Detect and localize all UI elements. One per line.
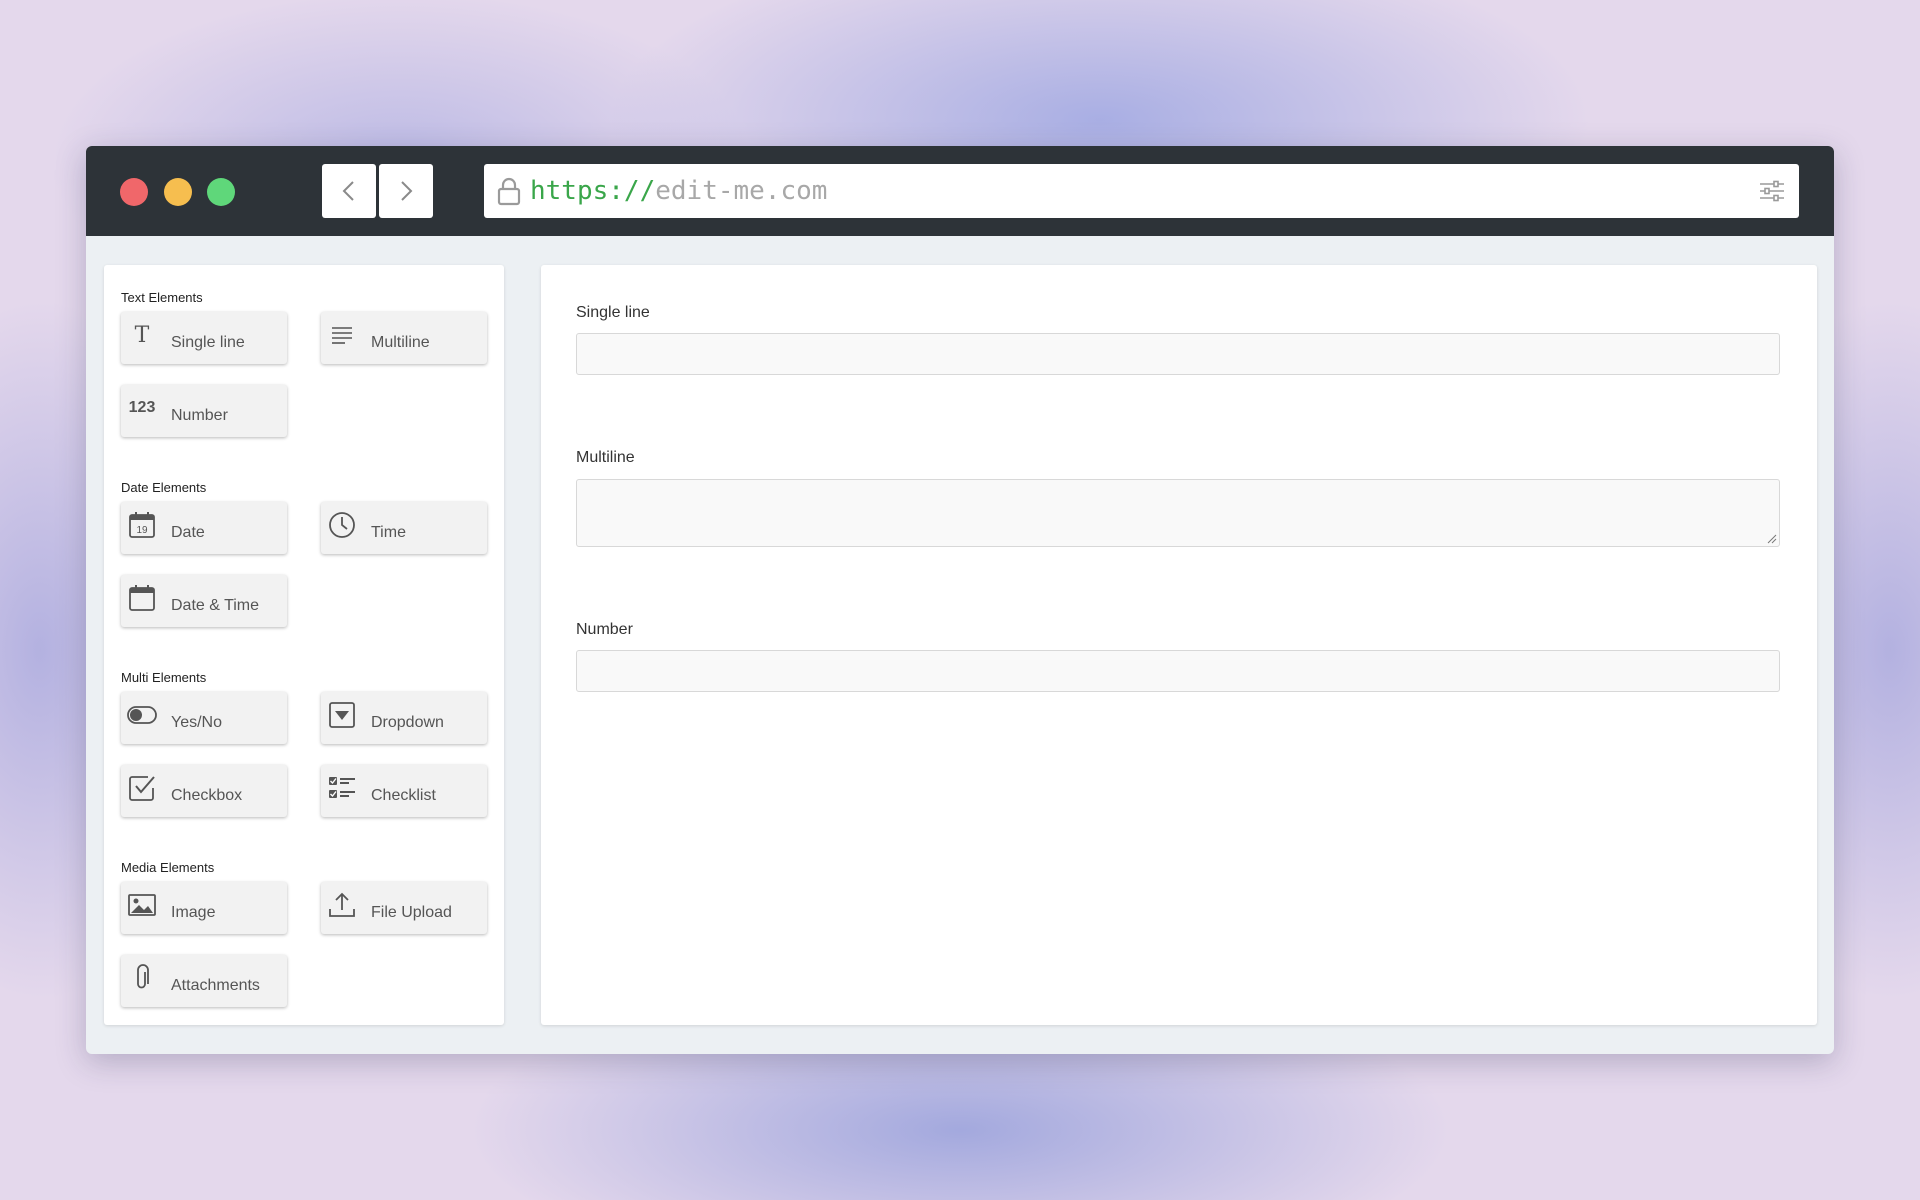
tool-label: Single line xyxy=(171,334,245,351)
paperclip-icon xyxy=(127,963,157,993)
close-window-button[interactable] xyxy=(120,178,148,206)
tool-yes-no[interactable]: Yes/No xyxy=(121,692,287,744)
chevron-left-icon xyxy=(342,181,354,201)
section-title-multi-elements: Multi Elements xyxy=(121,670,207,685)
tool-label: Yes/No xyxy=(171,714,222,731)
sliders-icon xyxy=(1760,180,1784,202)
address-bar[interactable]: https://edit-me.com xyxy=(484,164,1795,218)
tool-label: Time xyxy=(371,524,406,541)
tool-label: Image xyxy=(171,904,216,921)
field-label-number: Number xyxy=(576,621,633,638)
browser-toolbar: https://edit-me.com xyxy=(86,146,1834,236)
tool-label: Checkbox xyxy=(171,787,243,804)
tool-date-time[interactable]: Date & Time xyxy=(121,575,287,627)
tool-date[interactable]: 19 Date xyxy=(121,502,287,554)
tool-single-line[interactable]: T Single line xyxy=(121,312,287,364)
resize-grip-icon[interactable] xyxy=(1767,534,1777,544)
checkbox-icon xyxy=(127,773,157,803)
svg-text:19: 19 xyxy=(136,525,148,536)
tool-image[interactable]: Image xyxy=(121,882,287,934)
calendar-date-icon: 19 xyxy=(127,510,157,540)
settings-button[interactable] xyxy=(1745,164,1799,218)
image-icon xyxy=(127,890,157,920)
tool-dropdown[interactable]: Dropdown xyxy=(321,692,487,744)
number-input[interactable] xyxy=(576,650,1780,692)
clock-icon xyxy=(327,510,357,540)
dropdown-icon xyxy=(327,700,357,730)
form-canvas: Single line Multiline Number xyxy=(541,265,1817,1025)
chevron-right-icon xyxy=(401,181,413,201)
maximize-window-button[interactable] xyxy=(207,178,235,206)
forward-button[interactable] xyxy=(379,164,433,218)
element-palette: Text Elements T Single line Multiline 12… xyxy=(104,265,504,1025)
tool-time[interactable]: Time xyxy=(321,502,487,554)
calendar-icon xyxy=(127,583,157,613)
field-label-multiline: Multiline xyxy=(576,449,635,466)
field-label-single-line: Single line xyxy=(576,304,650,321)
multiline-textarea[interactable] xyxy=(576,479,1780,547)
text-t-icon: T xyxy=(134,322,150,348)
tool-label: Date xyxy=(171,524,205,541)
section-title-media-elements: Media Elements xyxy=(121,860,215,875)
tool-checkbox[interactable]: Checkbox xyxy=(121,765,287,817)
tool-number[interactable]: 123 Number xyxy=(121,385,287,437)
tool-label: Checklist xyxy=(371,787,436,804)
single-line-input[interactable] xyxy=(576,333,1780,375)
section-title-text-elements: Text Elements xyxy=(121,290,203,305)
tool-label: Attachments xyxy=(171,977,260,994)
number-icon: 123 xyxy=(128,399,156,416)
url-host: edit-me.com xyxy=(655,176,828,206)
checklist-icon xyxy=(327,773,357,803)
toggle-icon xyxy=(127,700,157,730)
tool-label: File Upload xyxy=(371,904,452,921)
section-title-date-elements: Date Elements xyxy=(121,480,207,495)
lines-icon xyxy=(327,320,357,350)
tool-multiline[interactable]: Multiline xyxy=(321,312,487,364)
tool-label: Dropdown xyxy=(371,714,444,731)
tool-label: Date & Time xyxy=(171,597,260,614)
tool-label: Multiline xyxy=(371,334,430,351)
upload-icon xyxy=(327,890,357,920)
browser-window: https://edit-me.com Text Elements T Sing… xyxy=(86,146,1834,1054)
tool-file-upload[interactable]: File Upload xyxy=(321,882,487,934)
back-button[interactable] xyxy=(322,164,376,218)
lock-icon xyxy=(496,176,522,206)
url-scheme: https:// xyxy=(530,176,656,206)
tool-attachments[interactable]: Attachments xyxy=(121,955,287,1007)
minimize-window-button[interactable] xyxy=(164,178,192,206)
tool-checklist[interactable]: Checklist xyxy=(321,765,487,817)
tool-label: Number xyxy=(171,407,228,424)
